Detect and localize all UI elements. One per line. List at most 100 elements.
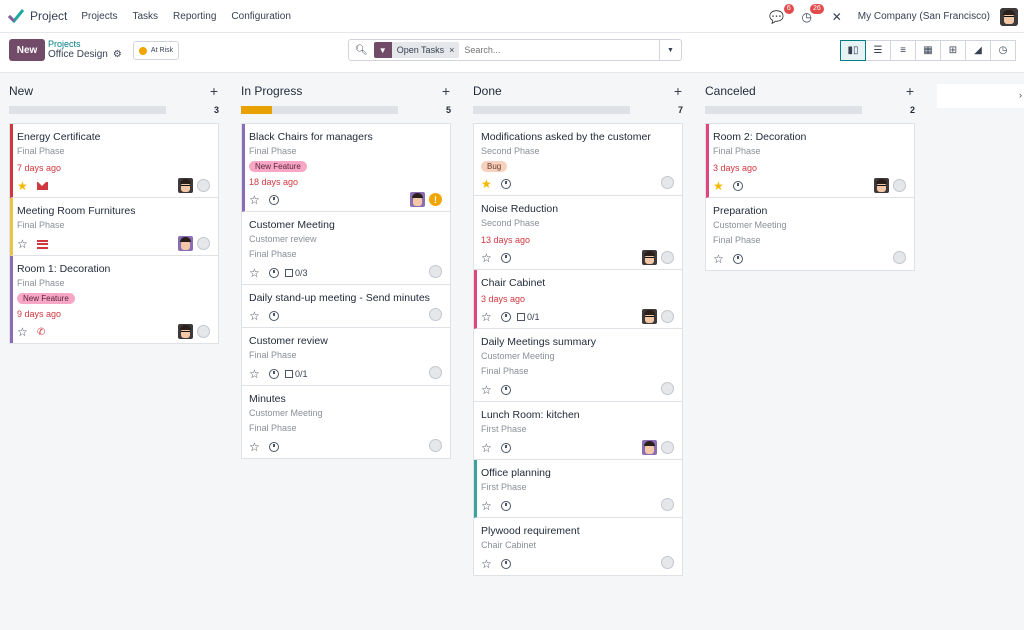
task-card[interactable]: Customer Meeting Customer review Final Pha… — [242, 212, 450, 285]
column-title[interactable]: In Progress — [241, 84, 302, 98]
clock-icon[interactable] — [269, 268, 279, 278]
progress-bar[interactable] — [473, 105, 630, 114]
chat-icon[interactable]: 💬 6 — [768, 3, 794, 26]
state-icon[interactable] — [429, 308, 442, 321]
progress-bar[interactable] — [705, 105, 862, 114]
task-card[interactable]: Office planning First Phase ☆ — [474, 460, 682, 518]
assignee-avatar[interactable] — [642, 440, 657, 455]
star-icon[interactable]: ☆ — [249, 266, 263, 280]
star-icon[interactable]: ☆ — [481, 251, 495, 265]
clock-icon[interactable] — [501, 179, 511, 189]
search-input[interactable] — [464, 45, 645, 55]
star-icon[interactable]: ☆ — [481, 310, 495, 324]
star-icon[interactable]: ☆ — [249, 440, 263, 454]
progress-bar[interactable] — [241, 105, 398, 114]
gear-icon[interactable]: ⚙ — [113, 49, 122, 61]
tools-icon[interactable]: ✕ — [828, 8, 846, 26]
star-icon[interactable]: ☆ — [17, 237, 31, 251]
assignee-avatar[interactable] — [642, 250, 657, 265]
graph-view-button[interactable]: ◢ — [965, 40, 991, 61]
clock-icon[interactable] — [733, 181, 743, 191]
company-switcher[interactable]: My Company (San Francisco) — [858, 11, 990, 22]
state-blocked-icon[interactable]: ! — [429, 193, 442, 206]
activity-view-button[interactable]: ◷ — [990, 40, 1016, 61]
task-card[interactable]: Noise Reduction Second Phase 13 days ago ☆ — [474, 196, 682, 270]
star-icon[interactable]: ★ — [481, 177, 495, 191]
menu-tasks[interactable]: Tasks — [132, 11, 158, 22]
state-icon[interactable] — [661, 556, 674, 569]
state-icon[interactable] — [661, 382, 674, 395]
task-card[interactable]: Energy Certificate Final Phase 7 days ago ★ — [10, 124, 218, 198]
task-card[interactable]: Lunch Room: kitchen First Phase ☆ — [474, 402, 682, 460]
assignee-avatar[interactable] — [642, 309, 657, 324]
pivot-view-button[interactable]: ⊞ — [940, 40, 966, 61]
task-card[interactable]: Modifications asked by the customer Secon… — [474, 124, 682, 196]
state-icon[interactable] — [661, 310, 674, 323]
star-icon[interactable]: ☆ — [249, 367, 263, 381]
state-icon[interactable] — [661, 251, 674, 264]
assignee-avatar[interactable] — [178, 236, 193, 251]
clock-icon[interactable] — [269, 442, 279, 452]
new-button[interactable]: New — [9, 39, 45, 61]
menu-configuration[interactable]: Configuration — [231, 11, 290, 22]
add-task-icon[interactable]: + — [674, 83, 682, 99]
subtask-counter[interactable]: 0/3 — [285, 268, 308, 278]
progress-bar[interactable] — [9, 105, 166, 114]
subtask-counter[interactable]: 0/1 — [285, 369, 308, 379]
task-card[interactable]: Black Chairs for managers Final Phase New … — [242, 124, 450, 212]
facet-remove-icon[interactable]: × — [449, 42, 460, 58]
assignee-avatar[interactable] — [178, 178, 193, 193]
clock-icon[interactable] — [501, 501, 511, 511]
todo-list-icon[interactable] — [37, 239, 48, 249]
star-icon[interactable]: ☆ — [17, 325, 31, 339]
clock-icon[interactable] — [501, 312, 511, 322]
task-card[interactable]: Minutes Customer Meeting Final Phase ☆ — [242, 386, 450, 458]
task-card[interactable]: Preparation Customer Meeting Final Phase ☆ — [706, 198, 914, 270]
task-card[interactable]: Daily Meetings summary Customer Meeting Fi… — [474, 329, 682, 402]
state-icon[interactable] — [429, 439, 442, 452]
state-icon[interactable] — [893, 179, 906, 192]
star-icon[interactable]: ☆ — [481, 557, 495, 571]
star-icon[interactable]: ☆ — [249, 193, 263, 207]
task-card[interactable]: Plywood requirement Chair Cabinet ☆ — [474, 518, 682, 575]
state-icon[interactable] — [661, 498, 674, 511]
state-icon[interactable] — [197, 237, 210, 250]
state-icon[interactable] — [197, 325, 210, 338]
clock-icon[interactable] — [501, 443, 511, 453]
folded-column[interactable]: › — [937, 84, 1024, 108]
column-title[interactable]: New — [9, 84, 33, 98]
assignee-avatar[interactable] — [178, 324, 193, 339]
assignee-avatar[interactable] — [410, 192, 425, 207]
phone-icon[interactable]: ✆ — [37, 327, 45, 338]
add-task-icon[interactable]: + — [906, 83, 914, 99]
star-icon[interactable]: ★ — [17, 179, 31, 193]
subtask-counter[interactable]: 0/1 — [517, 312, 540, 322]
star-icon[interactable]: ☆ — [481, 383, 495, 397]
assignee-avatar[interactable] — [874, 178, 889, 193]
add-task-icon[interactable]: + — [442, 83, 450, 99]
state-icon[interactable] — [197, 179, 210, 192]
star-icon[interactable]: ☆ — [481, 441, 495, 455]
clock-icon[interactable] — [269, 311, 279, 321]
calendar-view-button[interactable]: ▦ — [915, 40, 941, 61]
kanban-view-button[interactable]: ▮▯ — [840, 40, 866, 61]
clock-icon[interactable] — [501, 559, 511, 569]
user-avatar[interactable] — [1000, 7, 1018, 26]
column-title[interactable]: Done — [473, 84, 502, 98]
clock-icon[interactable] — [269, 195, 279, 205]
task-card[interactable]: Room 1: Decoration Final Phase New Feature… — [10, 256, 218, 343]
clock-icon[interactable] — [733, 254, 743, 264]
star-icon[interactable]: ☆ — [713, 252, 727, 266]
task-card[interactable]: Customer review Final Phase ☆ 0/1 — [242, 328, 450, 386]
state-icon[interactable] — [893, 251, 906, 264]
state-icon[interactable] — [429, 366, 442, 379]
menu-projects[interactable]: Projects — [81, 11, 117, 22]
app-brand[interactable]: Project — [8, 8, 67, 24]
task-card[interactable]: Daily stand-up meeting - Send minutes ☆ — [242, 285, 450, 328]
gantt-view-button[interactable]: ≡ — [890, 40, 916, 61]
menu-reporting[interactable]: Reporting — [173, 11, 216, 22]
state-icon[interactable] — [429, 265, 442, 278]
clock-icon[interactable] — [501, 253, 511, 263]
project-status-button[interactable]: At Risk — [133, 41, 179, 60]
activity-icon[interactable]: ◷ 26 — [798, 3, 824, 26]
